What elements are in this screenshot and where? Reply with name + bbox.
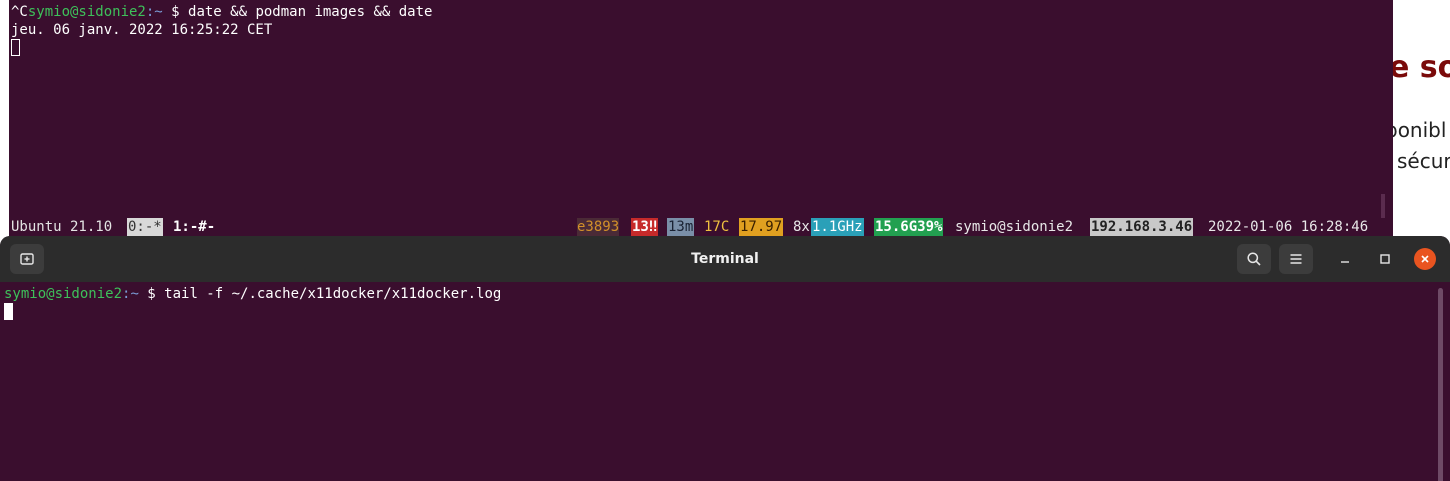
search-button[interactable] [1237, 244, 1271, 274]
scrollbar[interactable] [1438, 288, 1443, 481]
prompt-user-host: symio@sidonie2 [4, 286, 123, 302]
status-datetime: 2022-01-06 16:28:46 [1208, 219, 1369, 235]
status-cpu-freq: 1.1GHz [811, 218, 864, 236]
terminal-cursor [4, 303, 13, 320]
interrupt-marker: ^C [11, 4, 28, 20]
background-text-line: ponibl [1385, 118, 1447, 142]
new-tab-icon [20, 253, 34, 265]
status-cpu-count: 8x [793, 219, 810, 235]
background-text-line: sécur [1397, 149, 1450, 173]
status-user-host: symio@sidonie2 [955, 219, 1074, 235]
status-temperature: 17C [704, 219, 730, 235]
new-tab-button[interactable] [10, 244, 44, 274]
status-os: Ubuntu 21.10 [11, 219, 113, 235]
terminal-window: Terminal symio@sidonie2:~ $ tail -f ~/.c… [0, 236, 1450, 481]
maximize-icon [1380, 254, 1390, 264]
status-e-value: e3893 [577, 218, 620, 236]
top-terminal[interactable]: ^Csymio@sidonie2:~ $ date && podman imag… [9, 0, 1393, 236]
background-heading: e so [1389, 50, 1450, 85]
status-warnings: 13‼ [631, 218, 659, 236]
terminal-cursor [11, 39, 20, 56]
hamburger-menu-icon [1290, 254, 1302, 264]
status-ip: 192.168.3.46 [1090, 218, 1194, 236]
prompt-path: :~ [122, 286, 139, 302]
tmux-status-bar: Ubuntu 21.10 0:-* 1:-#- e3893 13‼ 13m 17… [9, 218, 1393, 236]
minimize-button[interactable] [1335, 249, 1355, 269]
menu-button[interactable] [1279, 244, 1313, 274]
prompt-user-host: symio@sidonie2 [27, 4, 146, 20]
minimize-icon [1341, 261, 1349, 263]
search-icon [1247, 252, 1261, 266]
prompt-path: :~ [145, 4, 163, 20]
status-uptime: 13m [667, 218, 695, 236]
tmux-window-1[interactable]: 1:-#- [173, 218, 215, 236]
title-bar[interactable]: Terminal [0, 236, 1450, 282]
status-memory: 15.6G39% [874, 218, 944, 236]
scrollbar[interactable] [1381, 194, 1385, 218]
maximize-button[interactable] [1375, 249, 1395, 269]
background-web-page: e so ponibl sécur [1385, 0, 1450, 240]
window-title: Terminal [691, 251, 759, 267]
tmux-window-0[interactable]: 0:-* [127, 218, 163, 236]
terminal-line: ^Csymio@sidonie2:~ $ date && podman imag… [11, 3, 432, 21]
terminal-output-line: jeu. 06 janv. 2022 16:25:22 CET [11, 22, 273, 38]
terminal-line: symio@sidonie2:~ $ tail -f ~/.cache/x11d… [4, 285, 501, 303]
close-icon [1421, 255, 1429, 263]
status-load: 17.97 [739, 218, 784, 236]
command-text: $ tail -f ~/.cache/x11docker/x11docker.l… [138, 286, 502, 302]
terminal-body[interactable]: symio@sidonie2:~ $ tail -f ~/.cache/x11d… [0, 282, 1450, 481]
command-text: $ date && podman images && date [162, 4, 433, 20]
close-button[interactable] [1414, 248, 1436, 270]
